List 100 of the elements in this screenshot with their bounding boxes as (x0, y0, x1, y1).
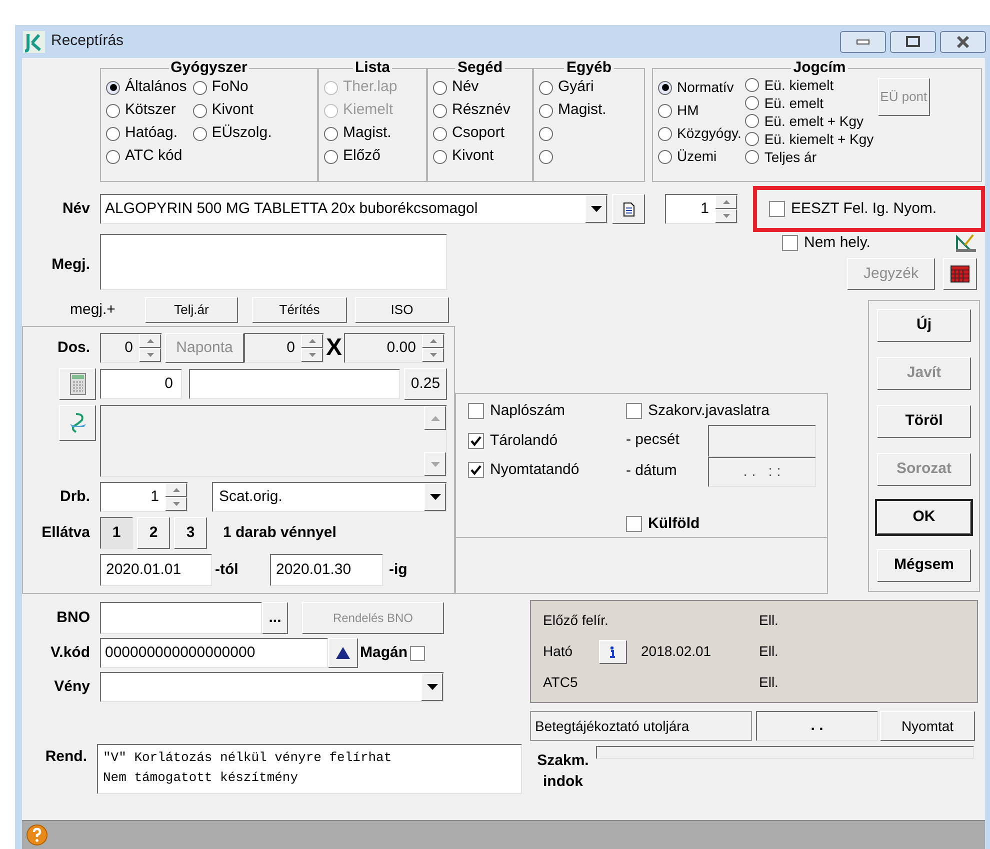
justification-field[interactable] (596, 746, 974, 759)
checkbox[interactable] (410, 646, 425, 660)
button[interactable]: Telj.ár (145, 297, 238, 323)
radio-button[interactable] (745, 96, 760, 110)
button[interactable]: ... (262, 602, 288, 634)
caret-up-icon (430, 416, 440, 420)
tab[interactable]: 3 (174, 517, 207, 549)
radio-label: Üzemi (677, 147, 717, 166)
dropdown-button[interactable] (585, 195, 607, 223)
spin-button[interactable] (422, 334, 444, 362)
button[interactable]: ISO (355, 297, 449, 323)
caret-down-icon (430, 353, 436, 357)
checkbox[interactable]: Tárolandó (468, 430, 626, 452)
radio-button[interactable] (539, 150, 553, 164)
field-label: Ellátva (40, 522, 91, 543)
date-field[interactable]: 2020.01.30 (270, 554, 383, 586)
drug-name-combobox[interactable]: ALGOPYRIN 500 MG TABLETTA 20x buborékcsomagol (100, 194, 608, 224)
maximize-button[interactable] (890, 30, 936, 52)
text-field[interactable] (189, 369, 400, 399)
radio-button[interactable] (324, 150, 338, 164)
minimize-button[interactable] (840, 30, 886, 52)
text-area[interactable] (100, 405, 447, 477)
caduceus-button[interactable] (59, 405, 96, 441)
radio-button[interactable] (745, 132, 760, 146)
radio-button[interactable] (106, 104, 120, 118)
radio-button[interactable] (192, 104, 207, 118)
number-field[interactable]: 0 (100, 333, 162, 363)
radio-button[interactable] (658, 126, 672, 140)
code-field[interactable]: 000000000000000000 (100, 638, 328, 668)
radio-button[interactable] (106, 80, 120, 94)
spin-button[interactable] (301, 334, 323, 362)
radio-button[interactable] (745, 78, 760, 92)
button[interactable]: OK (877, 501, 971, 534)
number-field[interactable]: 0.00 (344, 333, 445, 363)
caret-down-icon (172, 502, 180, 506)
button[interactable]: Mégsem (877, 549, 971, 582)
calculator-button[interactable] (59, 368, 96, 400)
caret-down-icon (590, 206, 602, 212)
date-field[interactable]: 2020.01.01 (100, 554, 212, 586)
spin-button[interactable] (165, 483, 187, 511)
checkbox[interactable]: Naplószám (468, 400, 626, 422)
button[interactable]: Töröl (877, 405, 971, 438)
prescription-select[interactable] (100, 672, 444, 702)
tab[interactable]: 2 (137, 517, 170, 549)
radio-button[interactable] (539, 126, 553, 140)
info-button[interactable] (599, 640, 627, 664)
number-field[interactable]: 0 (100, 369, 182, 399)
date-field[interactable]: . . (756, 711, 878, 741)
radio-button[interactable] (745, 114, 760, 128)
radio-button[interactable] (192, 126, 207, 140)
checkbox[interactable]: EESZT Fel. Ig. Nyom. (769, 198, 937, 220)
field-label: Vény (53, 676, 91, 697)
package-select[interactable]: Scat.orig. (212, 482, 447, 512)
calendar-button[interactable] (943, 258, 977, 290)
radio-button[interactable] (433, 150, 447, 164)
document-button[interactable] (612, 194, 645, 224)
caret-down-icon (426, 684, 438, 690)
radio-button[interactable] (539, 104, 553, 118)
radio-label: Általános (125, 77, 187, 98)
checkbox[interactable]: Szakorv.javaslatra (626, 400, 816, 422)
regulation-text: "V" Korlátozás nélkül vényre felírhat Nem támogatott készítmény (97, 744, 522, 794)
spin-button[interactable] (139, 334, 161, 362)
button[interactable]: 0.25 (404, 368, 447, 400)
up-button[interactable] (328, 638, 358, 668)
radio-button[interactable] (106, 126, 120, 140)
radio-button[interactable] (745, 150, 760, 164)
dropdown-button[interactable] (424, 483, 446, 511)
stamp-field[interactable] (708, 424, 816, 456)
number-field[interactable]: 0 (244, 333, 324, 363)
radio-button[interactable] (658, 80, 672, 94)
radio-button[interactable] (433, 126, 447, 140)
history-date: 2018.02.01 (641, 642, 712, 661)
dropdown-button[interactable] (421, 673, 443, 701)
checkbox[interactable]: Nem hely. (782, 232, 870, 254)
radio-button[interactable] (192, 80, 207, 94)
radio-button[interactable] (433, 80, 447, 94)
spin-button[interactable] (715, 195, 737, 223)
close-button[interactable] (940, 30, 986, 52)
checkbox[interactable]: Külföld (626, 512, 816, 535)
note-field[interactable] (100, 234, 447, 290)
checkbox[interactable]: Nyomtatandó (468, 459, 626, 482)
help-icon[interactable] (26, 824, 48, 846)
number-field[interactable]: 1 (665, 194, 738, 224)
diagnosis-field[interactable] (100, 602, 262, 634)
date-field[interactable]: . . : : (708, 456, 816, 486)
radio-label: Kivont (452, 146, 494, 166)
radio-button[interactable] (106, 150, 120, 164)
button[interactable]: Térítés (252, 297, 347, 323)
button[interactable]: Új (877, 309, 971, 342)
radio-button[interactable] (433, 104, 447, 118)
scrollbar[interactable] (424, 406, 446, 476)
radio-button[interactable] (658, 104, 672, 118)
radio-button[interactable] (539, 80, 553, 94)
radio-button[interactable] (658, 150, 672, 164)
caret-down-icon (722, 214, 730, 218)
button[interactable]: Nyomtat (880, 711, 975, 741)
radio-label: ATC kód (125, 146, 182, 166)
tab[interactable]: 1 (100, 517, 133, 549)
radio-button[interactable] (324, 126, 338, 140)
number-field[interactable]: 1 (100, 482, 188, 512)
